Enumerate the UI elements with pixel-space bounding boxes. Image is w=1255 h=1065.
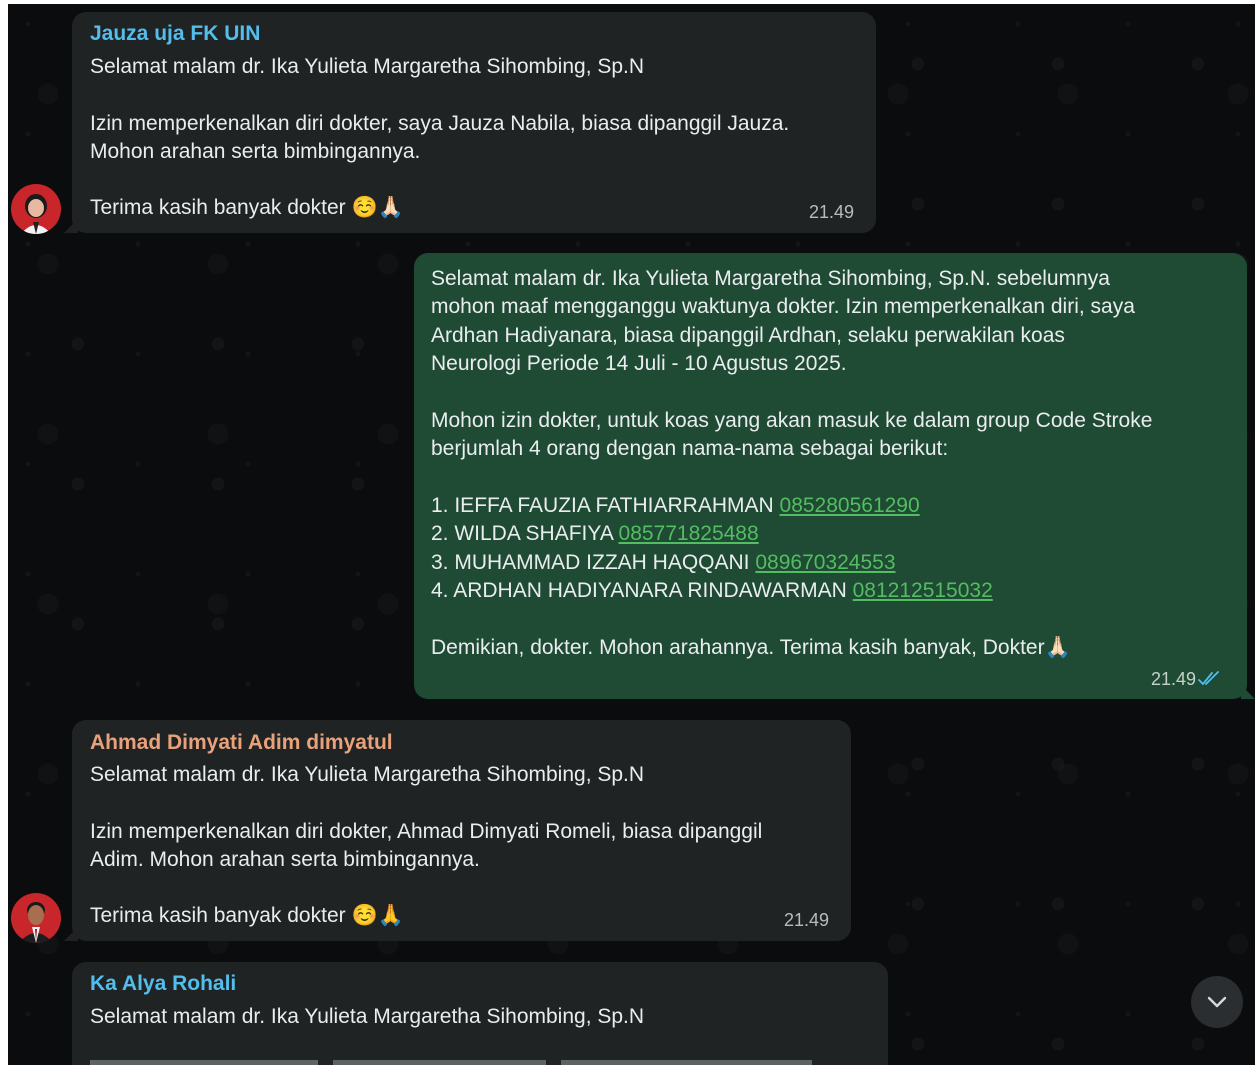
list-item-name: 2. WILDA SHAFIYA xyxy=(431,522,619,545)
message-text: Ardhan Hadiyanara, biasa dipanggil Ardha… xyxy=(431,324,1065,347)
message-text: Demikian, dokter. Mohon arahannya. Terim… xyxy=(431,633,1071,662)
chat-area[interactable]: Jauza uja FK UIN Selamat malam dr. Ika Y… xyxy=(8,4,1255,1065)
message-text: mohon maaf mengganggu waktunya dokter. I… xyxy=(431,295,1135,318)
sender-name[interactable]: Ahmad Dimyati Adim dimyatul xyxy=(90,729,393,757)
message-text: berjumlah 4 orang dengan nama-nama sebag… xyxy=(431,437,949,460)
message-text: Selamat malam dr. Ika Yulieta Margaretha… xyxy=(431,267,1110,290)
message-text: Terima kasih banyak dokter ☺️🙏🏻 xyxy=(90,193,404,222)
message-text-cutoff xyxy=(90,1060,850,1065)
message-text: Neurologi Periode 14 Juli - 10 Agustus 2… xyxy=(431,352,847,375)
message-text: Terima kasih banyak dokter ☺️🙏 xyxy=(90,901,404,930)
message-text-content: Demikian, dokter. Mohon arahannya. Terim… xyxy=(431,636,1045,659)
message-text: Izin memperkenalkan diri dokter, Ahmad D… xyxy=(90,820,763,843)
sender-name[interactable]: Ka Alya Rohali xyxy=(90,970,236,998)
phone-link[interactable]: 085771825488 xyxy=(619,522,759,545)
message-text-content: Terima kasih banyak dokter xyxy=(90,196,346,219)
message-text: Adim. Mohon arahan serta bimbingannya. xyxy=(90,848,480,871)
phone-link[interactable]: 081212515032 xyxy=(853,579,993,602)
message-time: 21.49 xyxy=(1151,669,1197,689)
emoji: ☺️🙏🏻 xyxy=(351,195,404,219)
message-text: Mohon arahan serta bimbingannya. xyxy=(90,140,421,163)
message-text: Mohon izin dokter, untuk koas yang akan … xyxy=(431,409,1153,432)
scroll-to-bottom-button[interactable] xyxy=(1191,976,1243,1028)
sender-name[interactable]: Jauza uja FK UIN xyxy=(90,20,260,48)
message-time: 21.49 xyxy=(809,202,855,222)
list-item: 2. WILDA SHAFIYA 085771825488 xyxy=(431,520,759,548)
chevron-down-icon xyxy=(1207,996,1227,1008)
message-bubble[interactable]: Ahmad Dimyati Adim dimyatul Selamat mala… xyxy=(64,720,851,941)
bubble-tail xyxy=(64,219,78,233)
list-item-name: 1. IEFFA FAUZIA FATHIARRAHMAN xyxy=(431,494,780,517)
avatar[interactable] xyxy=(11,184,61,234)
list-item: 3. MUHAMMAD IZZAH HAQQANI 089670324553 xyxy=(431,549,896,577)
message-time: 21.49 xyxy=(784,910,830,930)
list-item-name: 4. ARDHAN HADIYANARA RINDAWARMAN xyxy=(431,579,853,602)
message-bubble[interactable]: Jauza uja FK UIN Selamat malam dr. Ika Y… xyxy=(64,12,876,233)
message-text-content: Terima kasih banyak dokter xyxy=(90,904,346,927)
avatar[interactable] xyxy=(11,893,61,943)
message-text: Selamat malam dr. Ika Yulieta Margaretha… xyxy=(90,1005,645,1028)
message-text: Izin memperkenalkan diri dokter, saya Ja… xyxy=(90,112,790,135)
message-text: Selamat malam dr. Ika Yulieta Margaretha… xyxy=(90,55,645,78)
bubble-tail xyxy=(64,927,78,941)
phone-link[interactable]: 089670324553 xyxy=(755,551,895,574)
message-text: Selamat malam dr. Ika Yulieta Margaretha… xyxy=(90,763,645,786)
list-item: 1. IEFFA FAUZIA FATHIARRAHMAN 0852805612… xyxy=(431,492,920,520)
read-double-check-icon xyxy=(1198,671,1219,685)
message-bubble-outgoing[interactable]: Selamat malam dr. Ika Yulieta Margaretha… xyxy=(414,253,1255,699)
bubble-tail xyxy=(1241,685,1255,699)
emoji: ☺️🙏 xyxy=(351,903,404,927)
emoji: 🙏🏻 xyxy=(1044,635,1071,659)
list-item-name: 3. MUHAMMAD IZZAH HAQQANI xyxy=(431,551,756,574)
message-bubble[interactable]: Ka Alya Rohali Selamat malam dr. Ika Yul… xyxy=(72,962,888,1065)
list-item: 4. ARDHAN HADIYANARA RINDAWARMAN 0812125… xyxy=(431,577,993,605)
phone-link[interactable]: 085280561290 xyxy=(780,494,920,517)
